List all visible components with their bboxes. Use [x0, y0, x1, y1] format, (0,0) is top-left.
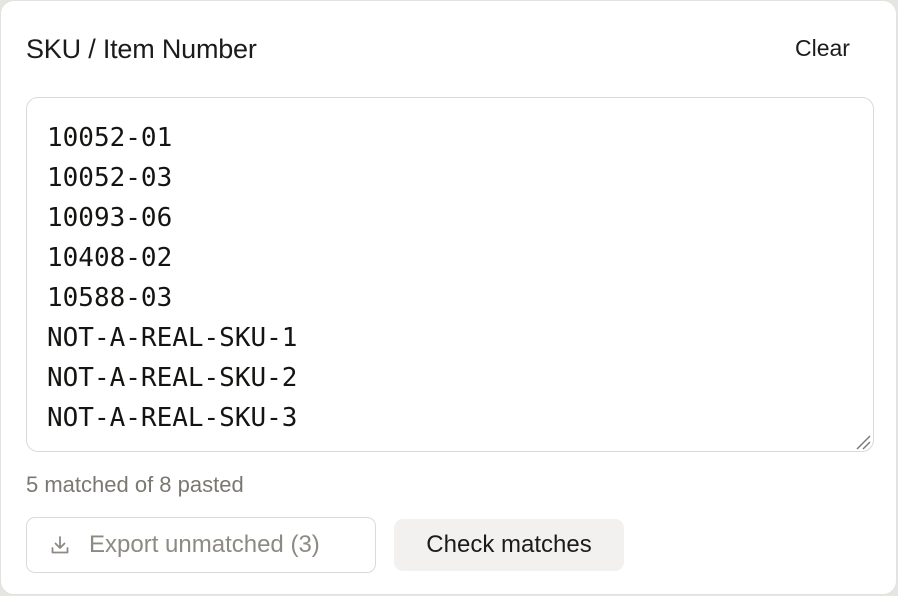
sku-list-textarea[interactable] — [26, 97, 874, 452]
sku-filter-panel: SKU / Item Number Clear 5 matched of 8 p… — [0, 0, 897, 595]
clear-button[interactable]: Clear — [781, 31, 864, 65]
export-unmatched-label: Export unmatched (3) — [89, 531, 320, 558]
export-unmatched-button[interactable]: Export unmatched (3) — [26, 517, 376, 573]
download-icon — [51, 536, 69, 554]
match-status-text: 5 matched of 8 pasted — [26, 472, 244, 497]
resize-grip-icon[interactable] — [853, 432, 871, 450]
check-matches-button[interactable]: Check matches — [394, 519, 624, 571]
panel-title: SKU / Item Number — [26, 34, 257, 64]
